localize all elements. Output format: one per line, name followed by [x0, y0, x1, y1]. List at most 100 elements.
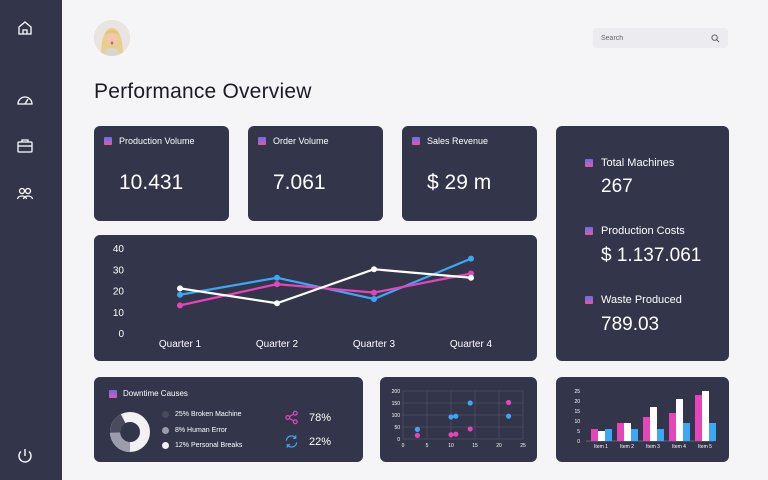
line-point: [274, 300, 280, 307]
power-icon[interactable]: [16, 447, 34, 465]
line-point: [371, 296, 377, 302]
y-tick-label: 0: [397, 437, 400, 443]
search-icon[interactable]: [711, 33, 720, 43]
bar: [657, 429, 664, 441]
line-point: [274, 274, 280, 281]
bar: [631, 429, 638, 441]
search-box[interactable]: [593, 28, 728, 48]
y-tick-label: 15: [574, 409, 580, 415]
bar-chart-card[interactable]: 0 5 10 15 20 25 Item 1 Item 2 Item 3 Item 4 Item 5: [556, 377, 729, 462]
legend-dot: [162, 411, 169, 418]
line-point: [177, 285, 183, 292]
gradient-swatch-icon: [412, 137, 420, 145]
downtime-donut-chart: [110, 412, 150, 452]
gradient-swatch-icon: [585, 227, 593, 235]
y-tick-label: 20: [113, 287, 125, 298]
kpi-card-production-volume[interactable]: Production Volume 10.431: [94, 126, 229, 221]
legend-label: 12% Personal Breaks: [175, 442, 243, 449]
legend-dot: [162, 427, 169, 434]
x-tick-label: Quarter 4: [450, 339, 493, 350]
stat-value: $ 1.137.061: [601, 245, 702, 266]
users-icon[interactable]: [16, 185, 34, 203]
legend-label: 25% Broken Machine: [175, 411, 242, 418]
x-tick-label: Item 2: [620, 444, 634, 450]
bar-chart: 0 5 10 15 20 25 Item 1 Item 2 Item 3 Item 4 Item 5: [574, 389, 716, 450]
y-tick-label: 0: [577, 439, 580, 445]
y-tick-label: 30: [113, 265, 125, 276]
legend-item: 25% Broken Machine: [162, 411, 242, 418]
stat-label-row: Waste Produced: [585, 294, 682, 306]
y-tick-label: 0: [118, 329, 124, 340]
line-point: [371, 266, 377, 273]
scatter-point: [453, 431, 459, 437]
x-tick-label: 0: [402, 443, 405, 449]
x-tick-label: 20: [496, 443, 502, 449]
kpi-label: Order Volume: [273, 136, 329, 146]
kpi-card-sales-revenue[interactable]: Sales Revenue $ 29 m: [402, 126, 537, 221]
legend-dot: [162, 442, 169, 449]
bar: [598, 431, 605, 441]
x-tick-label: Quarter 3: [353, 339, 396, 350]
kpi-label-row: Sales Revenue: [412, 136, 488, 146]
summary-stats-card[interactable]: Total Machines 267 Production Costs $ 1.…: [556, 126, 729, 361]
gradient-swatch-icon: [109, 389, 117, 398]
avatar[interactable]: [94, 20, 130, 56]
x-tick-label: Item 1: [594, 444, 608, 450]
sidebar: [0, 0, 62, 480]
sync-percent: 22%: [309, 435, 332, 448]
line-series-1: [179, 272, 472, 307]
x-tick-label: 25: [520, 443, 526, 449]
stat-label-row: Total Machines: [585, 157, 674, 169]
y-tick-label: 200: [392, 389, 401, 395]
x-tick-label: 15: [472, 443, 478, 449]
scatter-point: [506, 399, 512, 406]
scatter-chart: 0 5 10 15 20 25 0 50 100 150 200: [392, 389, 526, 449]
line-chart: 0 10 20 30 40 Quarter 1 Quarter 2 Quarter 3 Quar…: [113, 244, 493, 350]
stat-value: 267: [601, 176, 633, 197]
line-point: [177, 302, 183, 309]
sync-icon: [285, 435, 298, 448]
scatter-point: [453, 413, 459, 419]
y-tick-label: 50: [394, 425, 400, 431]
bar: [624, 423, 631, 441]
bar: [591, 429, 598, 441]
y-tick-label: 25: [574, 389, 580, 395]
scatter-point: [414, 426, 420, 432]
gradient-swatch-icon: [258, 137, 266, 145]
stat-label: Total Machines: [601, 157, 675, 169]
share-icon: [285, 410, 298, 425]
scatter-chart-card[interactable]: 0 5 10 15 20 25 0 50 100 150 200: [380, 377, 537, 462]
briefcase-icon[interactable]: [16, 137, 34, 155]
search-input[interactable]: [601, 34, 711, 42]
kpi-label-row: Order Volume: [258, 136, 329, 146]
gradient-swatch-icon: [104, 137, 112, 145]
kpi-label-row: Production Volume: [104, 136, 195, 146]
legend-item: 12% Personal Breaks: [162, 442, 242, 449]
kpi-card-order-volume[interactable]: Order Volume 7.061: [248, 126, 383, 221]
sync-stat: 22%: [284, 434, 331, 449]
scatter-point: [467, 400, 473, 406]
kpi-value: 10.431: [119, 171, 184, 194]
downtime-title-row: Downtime Causes: [109, 389, 188, 398]
stat-label: Waste Produced: [601, 294, 682, 306]
dashboard-gauge-icon[interactable]: [16, 91, 34, 109]
bar: [650, 407, 657, 441]
bar: [676, 399, 683, 441]
downtime-causes-card[interactable]: Downtime Causes 25% Broken Machine 8% Hu…: [94, 377, 363, 462]
bar: [669, 413, 676, 441]
scatter-point: [448, 414, 454, 420]
kpi-value: $ 29 m: [427, 171, 492, 194]
line-point: [468, 274, 474, 281]
scatter-point: [506, 413, 512, 419]
home-icon[interactable]: [16, 19, 34, 37]
y-tick-label: 5: [577, 429, 580, 435]
line-point: [468, 255, 474, 262]
y-tick-label: 20: [574, 399, 580, 405]
scatter-point: [448, 432, 454, 438]
stat-label: Production Costs: [601, 225, 685, 237]
bar: [695, 395, 702, 441]
line-chart-card[interactable]: 0 10 20 30 40 Quarter 1 Quarter 2 Quarter 3 Quar…: [94, 235, 537, 361]
scatter-point: [467, 426, 473, 432]
x-tick-label: Item 3: [646, 444, 660, 450]
downtime-title: Downtime Causes: [123, 389, 188, 398]
